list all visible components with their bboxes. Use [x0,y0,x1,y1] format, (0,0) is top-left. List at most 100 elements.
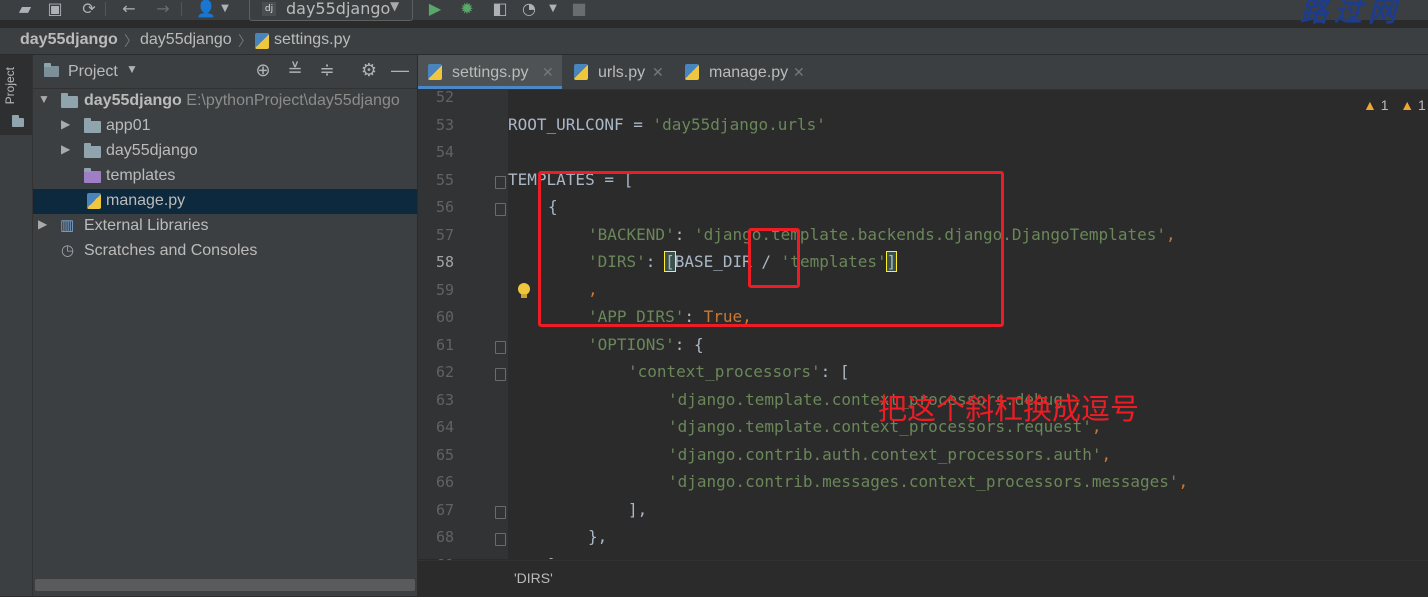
python-file-icon [428,64,442,80]
tab-manage-py[interactable]: manage.py ✕ [675,55,815,89]
lightbulb-icon[interactable] [517,283,531,299]
save-icon[interactable]: ▣ [44,0,66,18]
python-file-icon [87,193,101,209]
line-number: 63 [435,391,454,409]
breadcrumb-item-file[interactable]: settings.py [274,31,350,49]
user-dropdown-arrow-icon[interactable]: ▼ [214,0,236,18]
debug-icon[interactable]: ✹ [456,0,478,18]
tab-urls-py[interactable]: urls.py ✕ [564,55,672,89]
structure-breadcrumb[interactable]: 'DIRS' [514,570,553,586]
tree-item-label: templates [106,167,176,184]
project-panel-title[interactable]: Project [68,63,118,81]
breadcrumb-item-package[interactable]: day55django [140,31,232,49]
django-icon: dj [262,2,276,16]
code-line-69[interactable]: }, [548,555,567,559]
chevron-right-icon[interactable]: ▶ [61,142,70,156]
code-line-61[interactable]: 'OPTIONS': { [588,335,704,354]
run-configuration-label: day55django [286,0,391,18]
scratches-icon: ◷ [61,242,75,259]
python-file-icon [685,64,699,80]
tree-item-day55django-package[interactable]: ▶ day55django [33,139,417,164]
code-token: : { [674,335,704,354]
tree-item-external-libraries[interactable]: ▶ ▥ External Libraries [33,214,417,239]
collapse-all-icon[interactable]: ≑ [316,60,338,81]
line-number: 53 [435,116,454,134]
code-token: , [1178,472,1189,491]
chevron-right-icon[interactable]: ▶ [38,217,47,231]
tree-item-label: app01 [106,117,151,134]
forward-arrow-icon[interactable]: → [152,0,174,18]
project-panel: Project ▼ ⊕ ≚ ≑ ⚙ — ▼ day55django E:\pyt… [33,55,417,596]
tool-window-strip: Project [0,55,33,596]
coverage-icon[interactable]: ◧ [489,0,511,18]
code-line-53[interactable]: ROOT_URLCONF = 'day55django.urls' [508,115,826,134]
line-number-current: 58 [435,253,454,271]
run-configuration-select[interactable]: dj day55django ▼ [249,0,413,21]
fold-marker-icon[interactable] [495,368,506,381]
project-root-name: day55django [84,92,182,109]
fold-marker-icon[interactable] [495,203,506,216]
breadcrumb: day55django 〉 day55django 〉 settings.py [0,28,1428,55]
code-token: }, [588,527,608,546]
warning-icon: ▲ [1363,97,1377,113]
tree-item-label: manage.py [106,192,186,209]
project-tool-tab-label: Project [3,67,17,105]
chevron-down-icon[interactable]: ▼ [121,62,143,76]
fold-marker-icon[interactable] [495,506,506,519]
fold-marker-icon[interactable] [495,533,506,546]
fold-marker-icon[interactable] [495,341,506,354]
tab-label: manage.py [709,64,789,81]
tab-label: settings.py [452,64,529,81]
minimize-icon[interactable]: — [389,60,411,81]
breadcrumb-item-project[interactable]: day55django [20,31,118,49]
horizontal-scrollbar[interactable] [35,579,415,591]
code-token: ], [628,500,648,519]
code-token: }, [548,555,567,559]
locate-file-icon[interactable]: ⊕ [252,60,274,81]
tree-item-project-root[interactable]: ▼ day55django E:\pythonProject\day55djan… [33,89,417,114]
project-root-path: E:\pythonProject\day55django [186,92,400,109]
project-panel-header: Project ▼ ⊕ ≚ ≑ ⚙ — [33,55,417,89]
code-line-68[interactable]: }, [588,527,607,546]
expand-all-icon[interactable]: ≚ [284,60,306,81]
tab-label: urls.py [598,64,646,81]
line-number: 67 [435,501,454,519]
string-literal: 'django.contrib.auth.context_processors.… [668,445,1102,464]
folder-icon [12,115,24,127]
close-icon[interactable]: ✕ [542,64,554,81]
close-icon[interactable]: ✕ [793,64,805,81]
code-token: ROOT_URLCONF = [508,115,653,134]
line-number: 52 [435,88,454,106]
tree-item-app01[interactable]: ▶ app01 [33,114,417,139]
back-arrow-icon[interactable]: ← [118,0,140,18]
stop-icon[interactable]: ■ [568,0,590,18]
open-folder-icon[interactable]: ▰ [14,0,36,18]
profile-icon[interactable]: ◔ [518,0,540,18]
inspection-widget[interactable]: ▲ 1 ▲ 1 [1363,97,1426,113]
line-number-gutter: 52 53 54 55 56 57 58 59 60 61 62 63 64 6… [418,88,530,561]
toolbar-separator [181,2,182,16]
tree-item-scratches[interactable]: ◷ Scratches and Consoles [33,239,417,264]
code-token: , [1101,445,1112,464]
chevron-right-icon[interactable]: ▶ [61,117,70,131]
tab-settings-py[interactable]: settings.py ✕ [418,55,562,89]
tree-item-manage-py[interactable]: manage.py [33,189,417,214]
editor-breadcrumb-status: 'DIRS' [418,560,1428,597]
code-token: , [1165,225,1176,244]
code-line-65[interactable]: 'django.contrib.auth.context_processors.… [668,445,1111,464]
fold-marker-icon[interactable] [495,176,506,189]
code-line-62[interactable]: 'context_processors': [ [628,362,850,381]
project-tool-tab[interactable]: Project [0,55,32,135]
close-icon[interactable]: ✕ [652,64,664,81]
templates-folder-icon [84,168,101,183]
more-run-options-icon[interactable]: ▼ [542,0,564,18]
gear-icon[interactable]: ⚙ [358,60,380,81]
run-icon[interactable]: ▶ [424,0,446,18]
string-literal: 'OPTIONS' [588,335,675,354]
code-line-67[interactable]: ], [628,500,647,519]
sync-icon[interactable]: ⟳ [78,0,100,18]
annotation-highlight-slash [748,228,800,288]
tree-item-templates[interactable]: templates [33,164,417,189]
code-line-66[interactable]: 'django.contrib.messages.context_process… [668,472,1188,491]
chevron-down-icon[interactable]: ▼ [38,92,50,106]
